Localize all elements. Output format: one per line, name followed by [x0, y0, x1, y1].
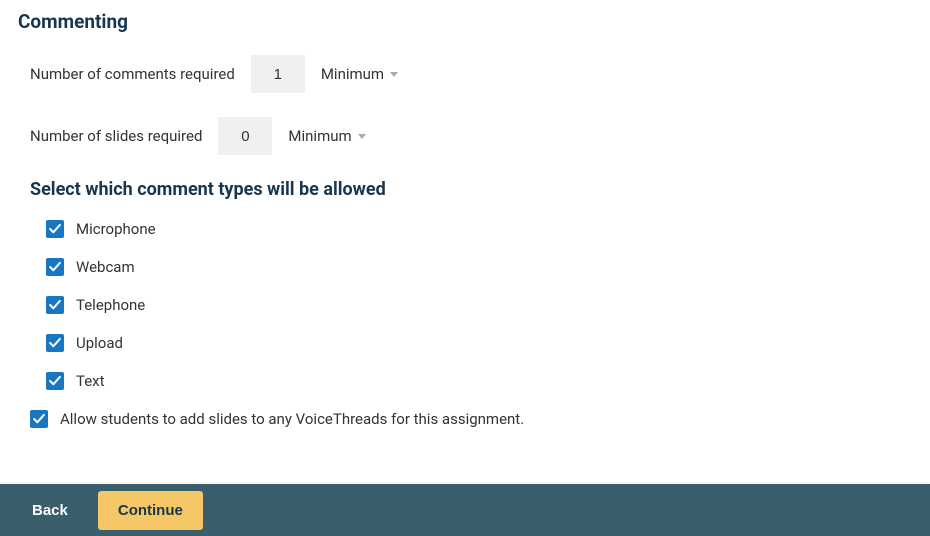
allow-slides-checkbox[interactable]: [30, 410, 48, 428]
text-row: Text: [46, 372, 912, 390]
comment-types-heading: Select which comment types will be allow…: [30, 179, 912, 200]
chevron-down-icon: [358, 134, 366, 139]
telephone-row: Telephone: [46, 296, 912, 314]
slides-required-input[interactable]: [218, 117, 272, 155]
upload-row: Upload: [46, 334, 912, 352]
comments-mode-label: Minimum: [321, 65, 384, 83]
microphone-row: Microphone: [46, 220, 912, 238]
footer-bar: Back Continue: [0, 484, 930, 536]
allow-slides-row: Allow students to add slides to any Voic…: [30, 410, 912, 428]
comments-required-input[interactable]: [251, 55, 305, 93]
allow-slides-label: Allow students to add slides to any Voic…: [60, 410, 524, 428]
check-icon: [49, 223, 62, 236]
chevron-down-icon: [390, 72, 398, 77]
comments-mode-dropdown[interactable]: Minimum: [321, 65, 398, 83]
telephone-label: Telephone: [76, 296, 145, 314]
upload-label: Upload: [76, 334, 123, 352]
check-icon: [49, 337, 62, 350]
check-icon: [49, 375, 62, 388]
commenting-heading: Commenting: [18, 10, 912, 33]
webcam-row: Webcam: [46, 258, 912, 276]
microphone-checkbox[interactable]: [46, 220, 64, 238]
slides-required-row: Number of slides required Minimum: [30, 117, 912, 155]
telephone-checkbox[interactable]: [46, 296, 64, 314]
check-icon: [49, 261, 62, 274]
webcam-checkbox[interactable]: [46, 258, 64, 276]
comments-required-row: Number of comments required Minimum: [30, 55, 912, 93]
continue-button[interactable]: Continue: [98, 491, 203, 530]
check-icon: [33, 413, 46, 426]
slides-mode-label: Minimum: [288, 127, 351, 145]
slides-required-label: Number of slides required: [30, 127, 202, 145]
webcam-label: Webcam: [76, 258, 135, 276]
upload-checkbox[interactable]: [46, 334, 64, 352]
back-button[interactable]: Back: [32, 502, 68, 519]
comment-types-list: Microphone Webcam Telephone Upload Text: [46, 220, 912, 390]
comments-required-label: Number of comments required: [30, 65, 235, 83]
text-label: Text: [76, 372, 105, 390]
microphone-label: Microphone: [76, 220, 156, 238]
check-icon: [49, 299, 62, 312]
text-checkbox[interactable]: [46, 372, 64, 390]
slides-mode-dropdown[interactable]: Minimum: [288, 127, 365, 145]
